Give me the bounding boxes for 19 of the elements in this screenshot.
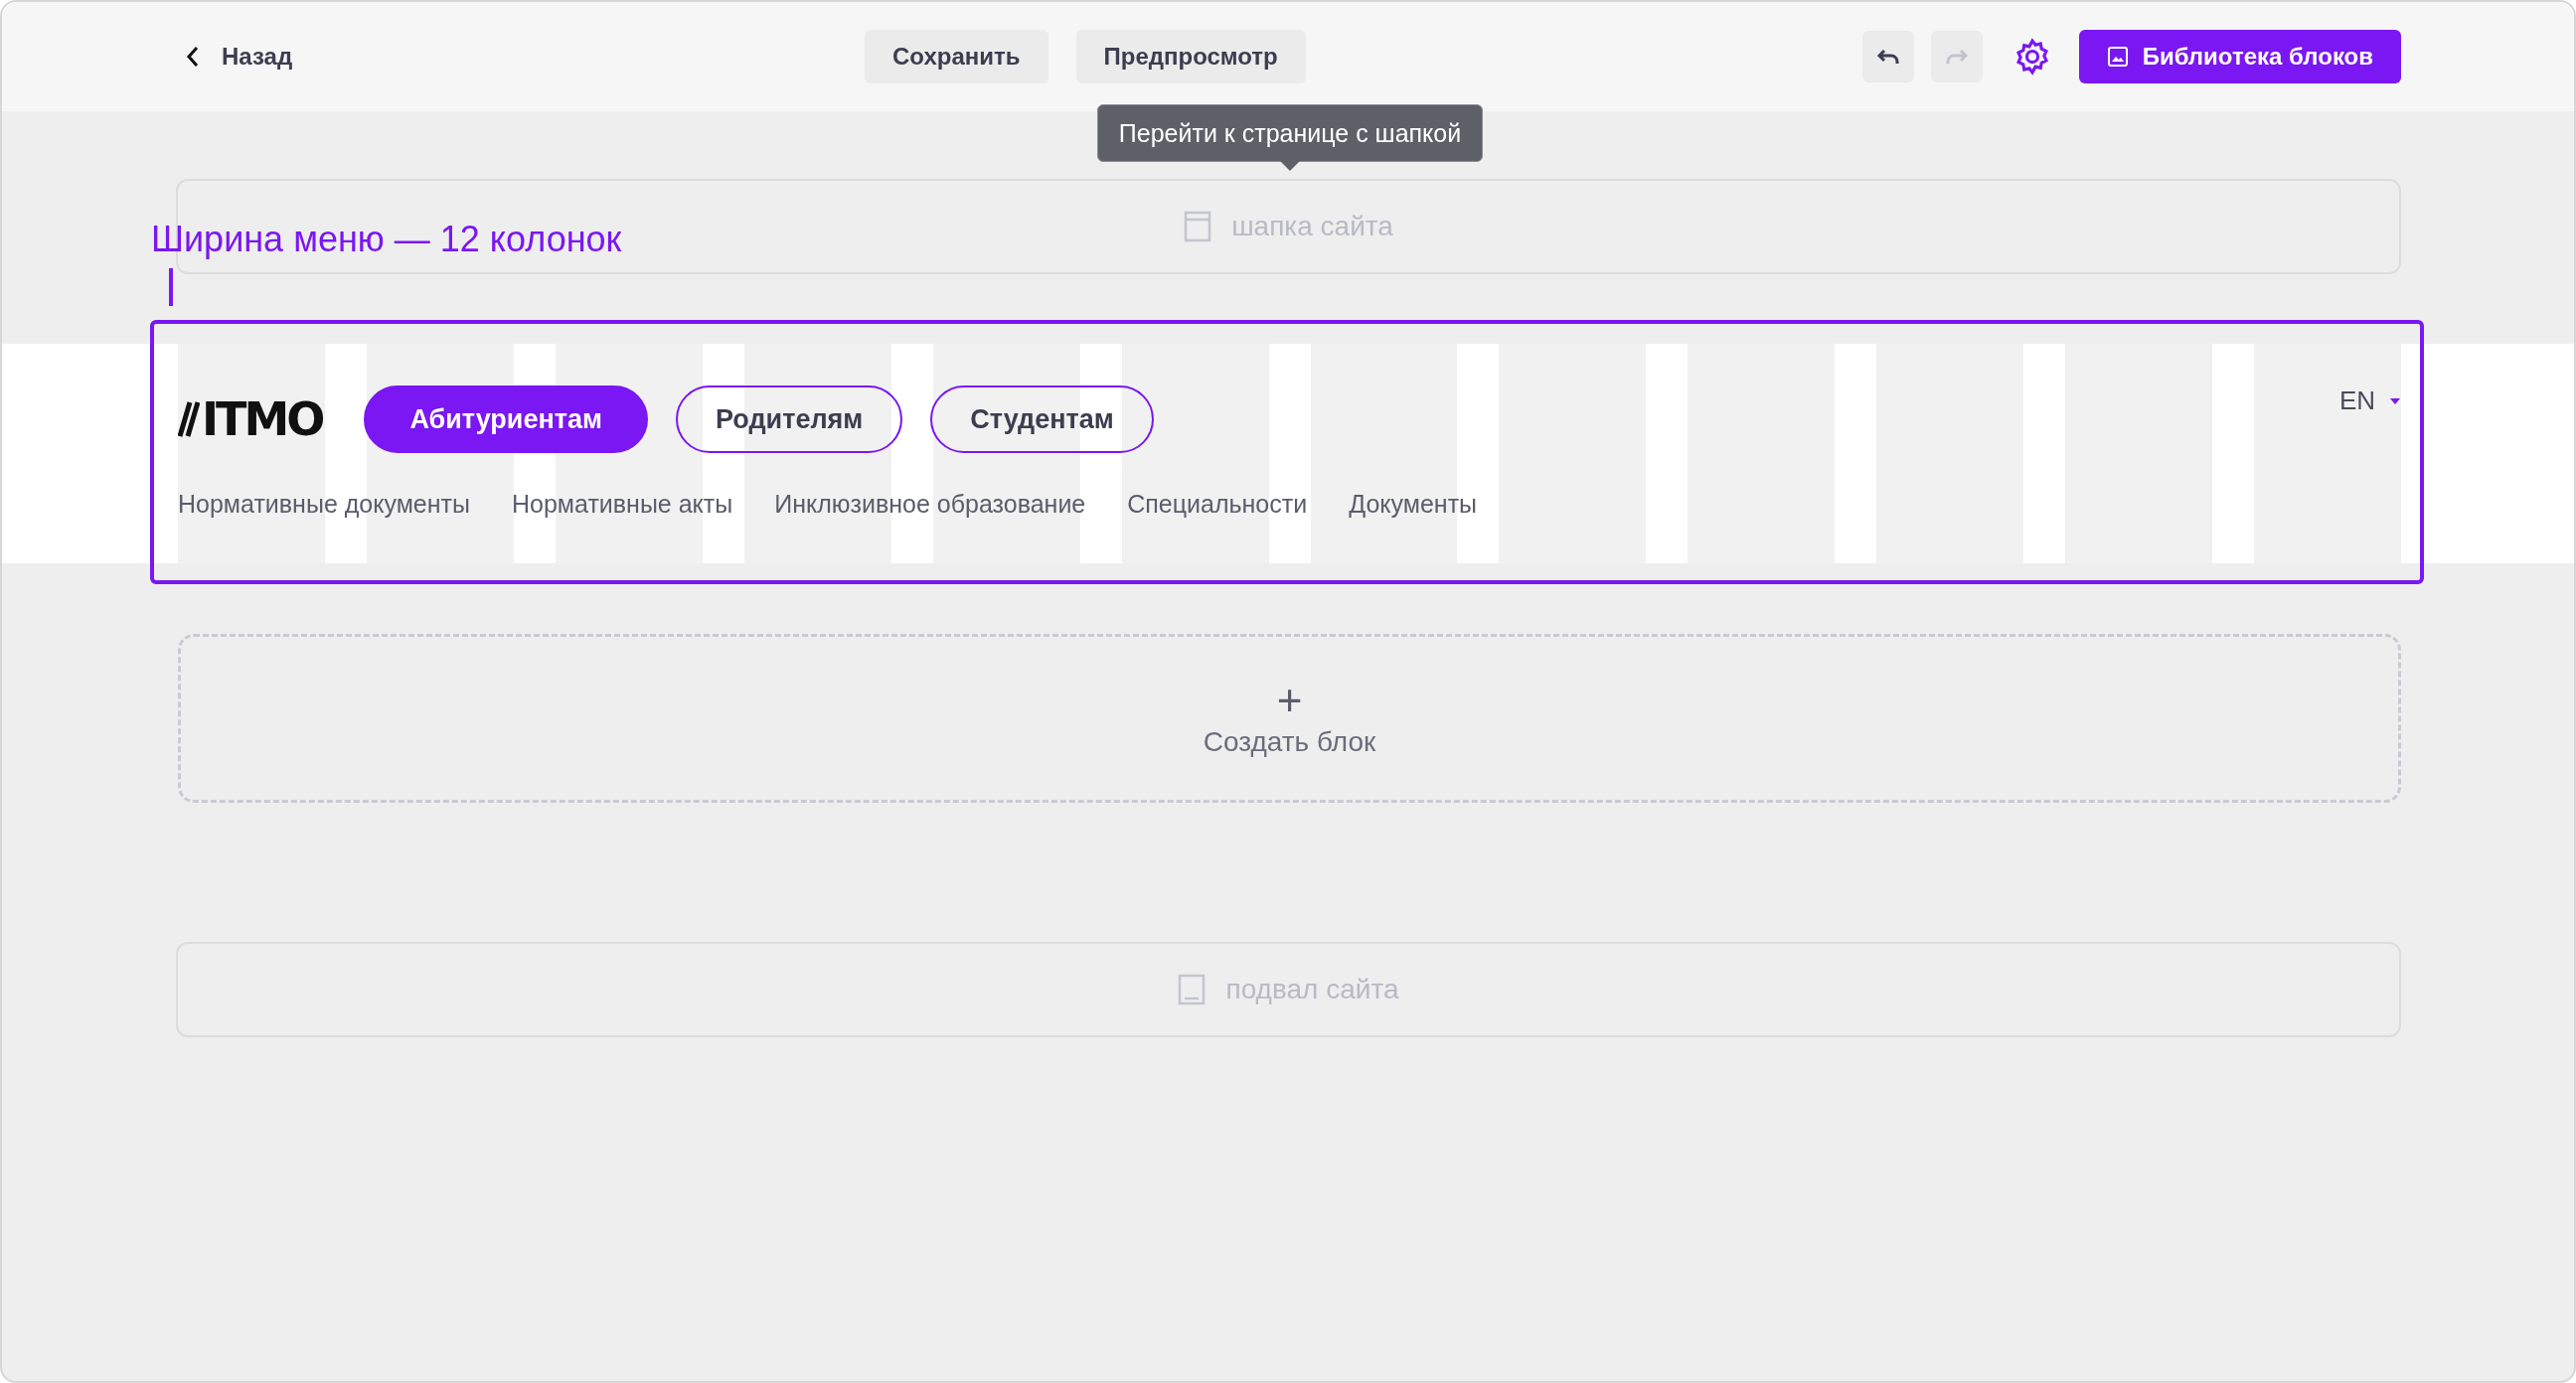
create-block-button[interactable]: + Создать блок <box>178 634 2401 803</box>
menu-link[interactable]: Нормативные акты <box>512 490 733 519</box>
audience-tab[interactable]: Родителям <box>676 385 903 453</box>
block-library-button[interactable]: Библиотека блоков <box>2078 30 2401 83</box>
back-link[interactable]: Назад <box>186 43 293 71</box>
language-dropdown[interactable]: EN <box>2338 385 2401 416</box>
annotation-label: Ширина меню — 12 колонок <box>151 219 622 260</box>
menu-link[interactable]: Инклюзивное образование <box>774 490 1086 519</box>
menu-link[interactable]: Специальности <box>1127 490 1308 519</box>
save-button[interactable]: Сохранить <box>865 30 1048 83</box>
audience-tab[interactable]: Студентам <box>930 385 1154 453</box>
logo: ITMO <box>202 392 323 446</box>
plus-icon: + <box>1276 679 1303 722</box>
menu-link[interactable]: Нормативные документы <box>178 490 470 519</box>
tooltip: Перейти к странице с шапкой <box>1097 104 1483 162</box>
preview-button[interactable]: Предпросмотр <box>1075 30 1306 83</box>
audience-tab[interactable]: Абитуриентам <box>364 385 648 453</box>
create-block-label: Создать блок <box>1203 726 1376 758</box>
menu-link[interactable]: Документы <box>1349 490 1478 519</box>
